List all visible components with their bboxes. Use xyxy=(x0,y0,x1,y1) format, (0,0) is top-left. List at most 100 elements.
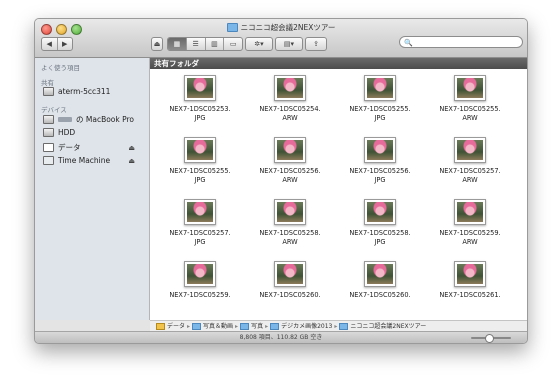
file-item[interactable]: NEX7-1DSC05255. ARW xyxy=(430,75,510,123)
file-name: NEX7-1DSC05259. ARW xyxy=(439,229,501,246)
path-crumb[interactable]: データ xyxy=(156,321,185,332)
folder-header: 共有フォルダ xyxy=(150,58,527,69)
file-item[interactable]: NEX7-1DSC05258. JPG xyxy=(340,199,420,247)
crumb-label: 写真＆動画 xyxy=(203,322,234,330)
network-computer-icon xyxy=(43,87,54,96)
photo-thumbnail-icon xyxy=(184,199,216,225)
file-item[interactable]: NEX7-1DSC05257. JPG xyxy=(160,199,240,247)
file-name: NEX7-1DSC05260. xyxy=(349,291,411,299)
devices-header: デバイス xyxy=(41,106,67,114)
search-input[interactable]: 🔍 xyxy=(399,36,523,48)
external-drive-icon xyxy=(43,143,54,152)
file-item[interactable]: NEX7-1DSC05257. ARW xyxy=(430,137,510,185)
photo-thumbnail-icon xyxy=(184,137,216,163)
file-item[interactable]: NEX7-1DSC05259. ARW xyxy=(430,199,510,247)
finder-window: ニコニコ超会議2NEXツアー ◀ ▶ ⏏ ▦ ☰ ▥ ▭ ✲▾ ▤▾ ⇪ 🔍 よ… xyxy=(34,18,528,344)
path-separator: ▸ xyxy=(187,322,191,330)
path-separator: ▸ xyxy=(235,322,239,330)
sidebar-item-time-machine[interactable]: Time Machine ⏏ xyxy=(43,156,143,165)
file-name: NEX7-1DSC05256. ARW xyxy=(259,167,321,184)
redacted-name xyxy=(58,117,72,122)
column-view-button[interactable]: ▥ xyxy=(206,38,225,50)
photo-thumbnail-icon xyxy=(454,199,486,225)
file-item[interactable]: NEX7-1DSC05253. JPG xyxy=(160,75,240,123)
sidebar: よく使う項目 共有 aterm-5cc311 デバイス の MacBook Pr… xyxy=(35,58,150,320)
file-item[interactable]: NEX7-1DSC05255. JPG xyxy=(160,137,240,185)
file-name: NEX7-1DSC05255. JPG xyxy=(169,167,231,184)
share-button[interactable]: ⇪ xyxy=(305,37,327,51)
forward-button[interactable]: ▶ xyxy=(58,38,73,50)
sidebar-item-macbook-pro[interactable]: の MacBook Pro xyxy=(43,114,143,125)
file-item[interactable]: NEX7-1DSC05258. ARW xyxy=(250,199,330,247)
crumb-label: 写真 xyxy=(251,322,264,330)
coverflow-view-button[interactable]: ▭ xyxy=(224,38,242,50)
sidebar-item-label: HDD xyxy=(58,128,76,137)
sidebar-item-label: Time Machine xyxy=(58,156,111,165)
photo-thumbnail-icon xyxy=(364,261,396,287)
file-item[interactable]: NEX7-1DSC05255. JPG xyxy=(340,75,420,123)
photo-thumbnail-icon xyxy=(454,75,486,101)
file-item[interactable]: NEX7-1DSC05260. xyxy=(340,261,420,300)
file-item[interactable]: NEX7-1DSC05260. xyxy=(250,261,330,300)
path-crumb[interactable]: 写真 xyxy=(240,321,263,332)
drive-icon xyxy=(156,322,165,330)
sidebar-item-hdd[interactable]: HDD xyxy=(43,128,143,137)
photo-thumbnail-icon xyxy=(274,261,306,287)
photo-thumbnail-icon xyxy=(274,75,306,101)
path-crumb[interactable]: デジカメ画像2013 xyxy=(270,321,332,332)
sidebar-item-label: の MacBook Pro xyxy=(76,115,135,124)
eject-icon[interactable]: ⏏ xyxy=(128,157,135,165)
path-crumb[interactable]: ニコニコ超会議2NEXツアー xyxy=(339,321,426,332)
crumb-label: ニコニコ超会議2NEXツアー xyxy=(350,322,427,330)
icon-size-slider[interactable] xyxy=(471,334,511,343)
photo-thumbnail-icon xyxy=(364,199,396,225)
status-bar: 8,808 項目、110.82 GB 空き xyxy=(35,331,527,343)
title-bar: ニコニコ超会議2NEXツアー ◀ ▶ ⏏ ▦ ☰ ▥ ▭ ✲▾ ▤▾ ⇪ 🔍 xyxy=(35,19,527,58)
file-name: NEX7-1DSC05258. ARW xyxy=(259,229,321,246)
photo-thumbnail-icon xyxy=(454,261,486,287)
folder-icon xyxy=(270,322,280,330)
path-crumb[interactable]: 写真＆動画 xyxy=(192,321,233,332)
action-menu-button[interactable]: ✲▾ xyxy=(245,37,273,51)
file-name: NEX7-1DSC05259. xyxy=(169,291,231,299)
slider-knob[interactable] xyxy=(485,334,494,343)
back-button[interactable]: ◀ xyxy=(42,38,58,50)
photo-thumbnail-icon xyxy=(184,75,216,101)
file-item[interactable]: NEX7-1DSC05256. ARW xyxy=(250,137,330,185)
sidebar-item-aterm[interactable]: aterm-5cc311 xyxy=(43,87,143,96)
file-item[interactable]: NEX7-1DSC05256. JPG xyxy=(340,137,420,185)
favorites-header: よく使う項目 xyxy=(41,64,80,72)
file-name: NEX7-1DSC05258. JPG xyxy=(349,229,411,246)
file-name: NEX7-1DSC05260. xyxy=(259,291,321,299)
eject-toolbar-button[interactable]: ⏏ xyxy=(151,37,163,51)
hard-drive-icon xyxy=(43,128,54,137)
list-view-button[interactable]: ☰ xyxy=(187,38,206,50)
file-name: NEX7-1DSC05257. JPG xyxy=(169,229,231,246)
arrange-menu-button[interactable]: ▤▾ xyxy=(275,37,303,51)
view-mode-control: ▦ ☰ ▥ ▭ xyxy=(167,37,243,51)
folder-icon xyxy=(240,322,250,330)
folder-icon xyxy=(339,322,349,330)
back-forward-control: ◀ ▶ xyxy=(41,37,73,51)
window-title: ニコニコ超会議2NEXツアー xyxy=(35,22,527,33)
file-item[interactable]: NEX7-1DSC05261. xyxy=(430,261,510,300)
file-name: NEX7-1DSC05255. ARW xyxy=(439,105,501,122)
file-name: NEX7-1DSC05255. JPG xyxy=(349,105,411,122)
file-name: NEX7-1DSC05256. JPG xyxy=(349,167,411,184)
window-title-text: ニコニコ超会議2NEXツアー xyxy=(240,23,336,32)
crumb-label: デジカメ画像2013 xyxy=(281,322,333,330)
file-item[interactable]: NEX7-1DSC05254. ARW xyxy=(250,75,330,123)
photo-thumbnail-icon xyxy=(274,199,306,225)
eject-icon[interactable]: ⏏ xyxy=(128,144,135,152)
file-item[interactable]: NEX7-1DSC05259. xyxy=(160,261,240,300)
sidebar-item-data[interactable]: データ ⏏ xyxy=(43,142,143,153)
sidebar-item-label: aterm-5cc311 xyxy=(58,87,111,96)
laptop-icon xyxy=(43,115,54,124)
photo-thumbnail-icon xyxy=(364,75,396,101)
path-separator: ▸ xyxy=(334,322,338,330)
folder-icon xyxy=(226,23,238,32)
time-machine-icon xyxy=(43,156,54,165)
icon-grid: NEX7-1DSC05253. JPG NEX7-1DSC05254. ARW … xyxy=(150,69,527,320)
file-name: NEX7-1DSC05254. ARW xyxy=(259,105,321,122)
icon-view-button[interactable]: ▦ xyxy=(168,38,187,50)
